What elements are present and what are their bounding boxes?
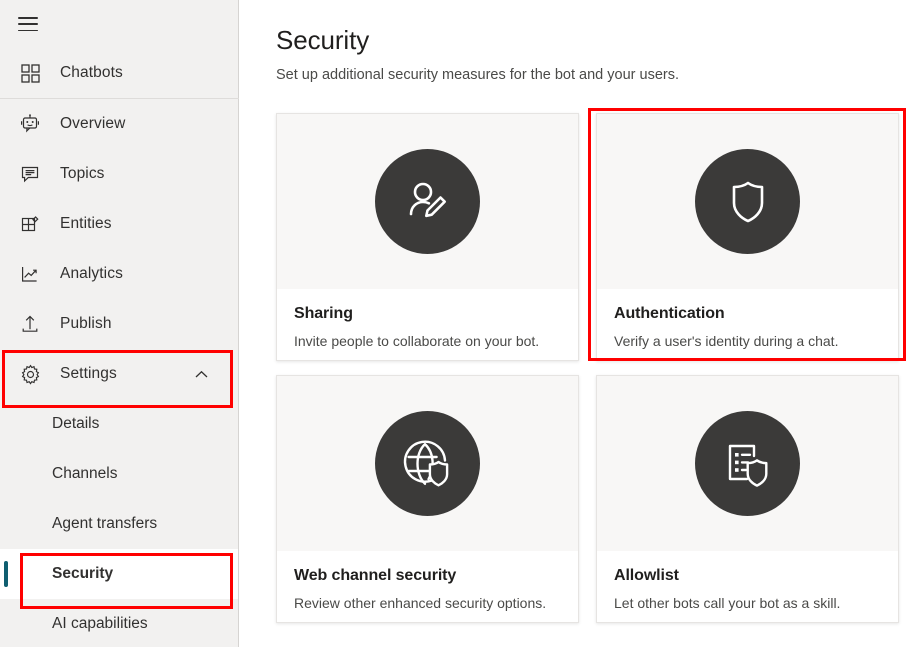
- card-title: Sharing: [294, 305, 561, 323]
- sidebar-item-chatbots[interactable]: Chatbots: [0, 48, 238, 98]
- document-shield-icon: [719, 435, 777, 493]
- sidebar: Chatbots Overview: [0, 0, 239, 647]
- analytics-chart-icon: [18, 262, 42, 286]
- hamburger-row: [0, 0, 238, 48]
- sidebar-item-entities[interactable]: Entities: [0, 199, 238, 249]
- hamburger-icon[interactable]: [18, 17, 38, 31]
- sidebar-item-label: Chatbots: [60, 64, 123, 82]
- card-title: Allowlist: [614, 567, 881, 585]
- card-description: Review other enhanced security options.: [294, 594, 561, 613]
- sidebar-item-publish[interactable]: Publish: [0, 299, 238, 349]
- card-title: Authentication: [614, 305, 881, 323]
- chevron-up-icon[interactable]: [194, 367, 208, 381]
- card-authentication[interactable]: Authentication Verify a user's identity …: [596, 113, 899, 361]
- sidebar-item-channels[interactable]: Channels: [0, 449, 238, 499]
- main-content: Security Set up additional security meas…: [239, 0, 911, 647]
- app-root: Chatbots Overview: [0, 0, 911, 647]
- sidebar-subitem-label: Channels: [52, 465, 118, 483]
- page-title: Security: [276, 24, 911, 56]
- card-body: Allowlist Let other bots call your bot a…: [597, 551, 898, 622]
- sidebar-item-topics[interactable]: Topics: [0, 149, 238, 199]
- grid-apps-icon: [18, 61, 42, 85]
- publish-upload-icon: [18, 312, 42, 336]
- sidebar-item-analytics[interactable]: Analytics: [0, 249, 238, 299]
- sidebar-subitem-label: Agent transfers: [52, 515, 157, 533]
- page-subtitle: Set up additional security measures for …: [276, 65, 911, 85]
- card-artwork: [277, 376, 578, 551]
- icon-circle: [695, 411, 800, 516]
- sidebar-subitem-label: Details: [52, 415, 99, 433]
- card-artwork: [597, 114, 898, 289]
- person-edit-icon: [400, 174, 456, 230]
- globe-shield-icon: [399, 435, 457, 493]
- icon-circle: [375, 149, 480, 254]
- icon-circle: [695, 149, 800, 254]
- card-allowlist[interactable]: Allowlist Let other bots call your bot a…: [596, 375, 899, 623]
- sidebar-subitem-label: Security: [52, 565, 113, 583]
- card-body: Sharing Invite people to collaborate on …: [277, 289, 578, 360]
- card-description: Verify a user's identity during a chat.: [614, 332, 881, 351]
- card-sharing[interactable]: Sharing Invite people to collaborate on …: [276, 113, 579, 361]
- card-artwork: [277, 114, 578, 289]
- shield-icon: [720, 174, 776, 230]
- card-artwork: [597, 376, 898, 551]
- sidebar-item-label: Settings: [60, 365, 117, 383]
- selection-indicator: [4, 561, 8, 587]
- sidebar-item-settings[interactable]: Settings: [0, 349, 238, 399]
- sidebar-item-agent-transfers[interactable]: Agent transfers: [0, 499, 238, 549]
- sidebar-item-label: Analytics: [60, 265, 123, 283]
- icon-circle: [375, 411, 480, 516]
- chat-bubble-icon: [18, 162, 42, 186]
- sidebar-item-overview[interactable]: Overview: [0, 99, 238, 149]
- card-description: Invite people to collaborate on your bot…: [294, 332, 561, 351]
- sidebar-item-label: Publish: [60, 315, 112, 333]
- card-description: Let other bots call your bot as a skill.: [614, 594, 881, 613]
- entities-grid-icon: [18, 212, 42, 236]
- sidebar-subitem-label: AI capabilities: [52, 615, 148, 633]
- security-card-grid: Sharing Invite people to collaborate on …: [276, 113, 911, 623]
- sidebar-item-label: Overview: [60, 115, 125, 133]
- sidebar-item-label: Topics: [60, 165, 105, 183]
- sidebar-item-label: Entities: [60, 215, 112, 233]
- gear-icon: [18, 362, 42, 386]
- card-web-channel-security[interactable]: Web channel security Review other enhanc…: [276, 375, 579, 623]
- card-title: Web channel security: [294, 567, 561, 585]
- card-body: Authentication Verify a user's identity …: [597, 289, 898, 360]
- sidebar-item-security[interactable]: Security: [0, 549, 238, 599]
- bot-icon: [18, 112, 42, 136]
- card-body: Web channel security Review other enhanc…: [277, 551, 578, 622]
- sidebar-item-ai-capabilities[interactable]: AI capabilities: [0, 599, 238, 647]
- sidebar-item-details[interactable]: Details: [0, 399, 238, 449]
